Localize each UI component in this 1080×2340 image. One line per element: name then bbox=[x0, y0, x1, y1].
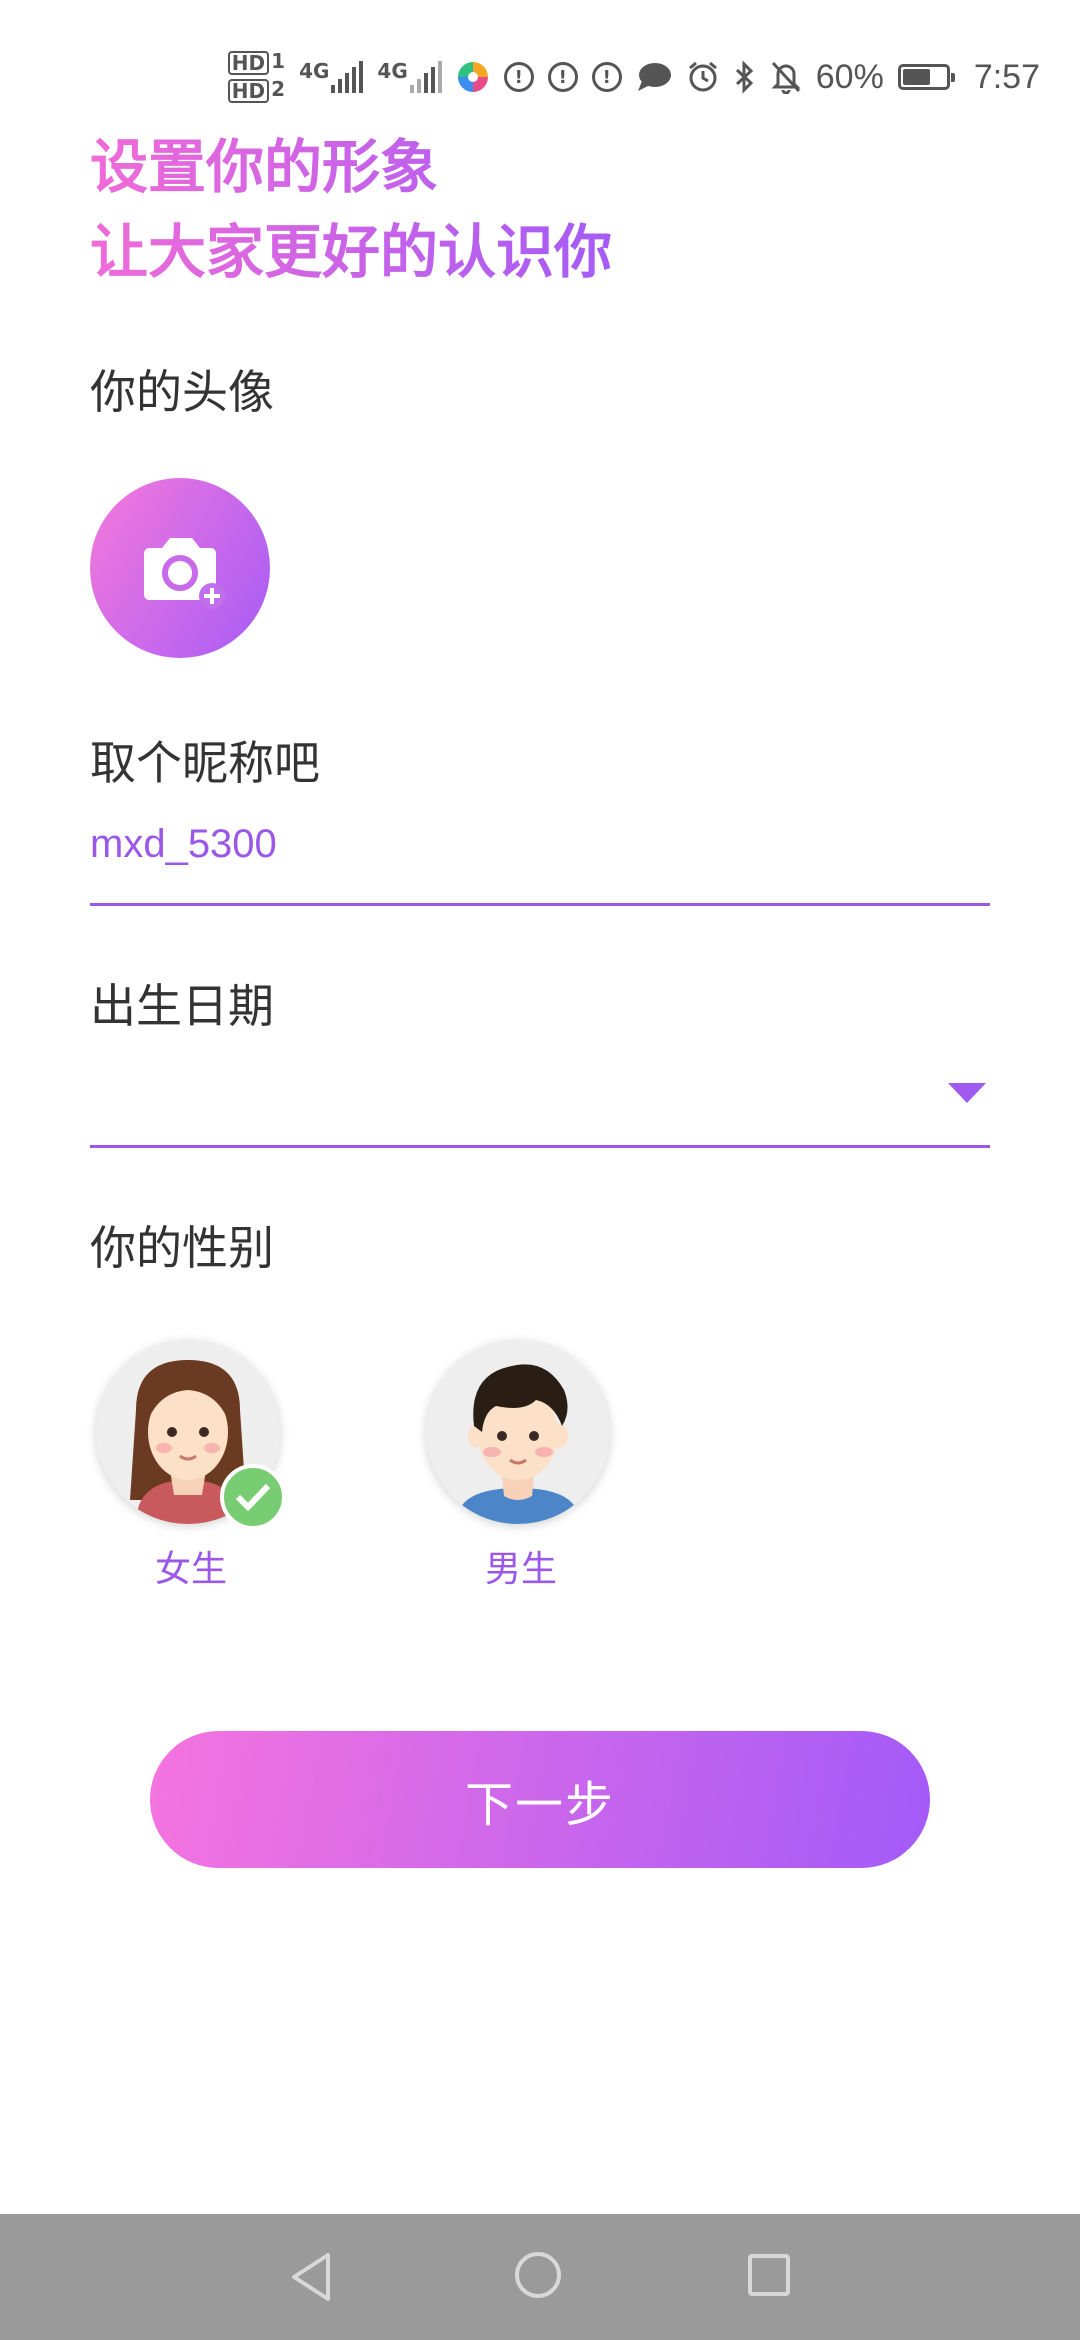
signal-bars-icon bbox=[409, 61, 442, 93]
nickname-underline bbox=[90, 903, 990, 906]
network-type-2: 4G bbox=[377, 59, 408, 83]
back-icon[interactable] bbox=[288, 2250, 334, 2304]
home-icon[interactable] bbox=[515, 2252, 561, 2298]
birthday-section-label: 出生日期 bbox=[90, 979, 274, 1033]
message-icon bbox=[637, 63, 671, 91]
gender-section-label: 你的性别 bbox=[90, 1221, 274, 1275]
network-type-1: 4G bbox=[299, 59, 330, 83]
alarm-icon bbox=[688, 61, 717, 92]
signal-bars-icon bbox=[331, 61, 364, 93]
hd-indicators: HD 1 HD 2 bbox=[227, 49, 286, 103]
bluetooth-icon bbox=[735, 60, 753, 94]
headline-line-1: 设置你的形象 bbox=[90, 133, 439, 201]
next-step-button[interactable]: 下一步 bbox=[150, 1731, 930, 1868]
signal-1: 4G bbox=[299, 59, 364, 93]
system-navigation-bar bbox=[0, 2214, 1080, 2340]
hd1-badge: HD bbox=[227, 51, 270, 75]
birthday-underline bbox=[90, 1145, 990, 1148]
gender-label-male: 男生 bbox=[484, 1549, 557, 1590]
headline-line-2: 让大家更好的认识你 bbox=[90, 218, 613, 286]
page-headline: 设置你的形象 让大家更好的认识你 bbox=[90, 125, 612, 295]
app-logo-icon bbox=[457, 62, 488, 92]
hd2-badge: HD bbox=[227, 79, 270, 103]
battery-icon bbox=[897, 64, 955, 90]
avatar-section-label: 你的头像 bbox=[90, 365, 274, 419]
alert-icon: ! bbox=[591, 62, 622, 92]
camera-add-icon bbox=[144, 538, 225, 609]
signal-2: 4G bbox=[377, 59, 442, 93]
recent-apps-icon[interactable] bbox=[748, 2254, 790, 2296]
gender-label-female: 女生 bbox=[154, 1549, 227, 1590]
boy-avatar-icon bbox=[456, 1364, 580, 1524]
nickname-input[interactable] bbox=[90, 822, 890, 867]
sim2-label: 2 bbox=[271, 77, 286, 101]
status-icons: HD 1 HD 2 4G 4G ! ! ! 60% 7:57 bbox=[227, 49, 1040, 103]
battery-percent: 60% bbox=[815, 57, 884, 96]
clock: 7:57 bbox=[973, 57, 1040, 96]
selected-check-icon bbox=[220, 1464, 286, 1530]
male-avatar bbox=[426, 1340, 610, 1524]
sim1-label: 1 bbox=[271, 49, 286, 73]
birthday-select[interactable] bbox=[90, 1050, 990, 1145]
dropdown-arrow-icon[interactable] bbox=[948, 1083, 986, 1103]
alert-icon: ! bbox=[547, 62, 578, 92]
mute-bell-icon bbox=[771, 61, 801, 94]
avatar-upload-button[interactable] bbox=[90, 478, 270, 658]
nickname-section-label: 取个昵称吧 bbox=[90, 736, 320, 790]
alert-icon: ! bbox=[503, 62, 534, 92]
